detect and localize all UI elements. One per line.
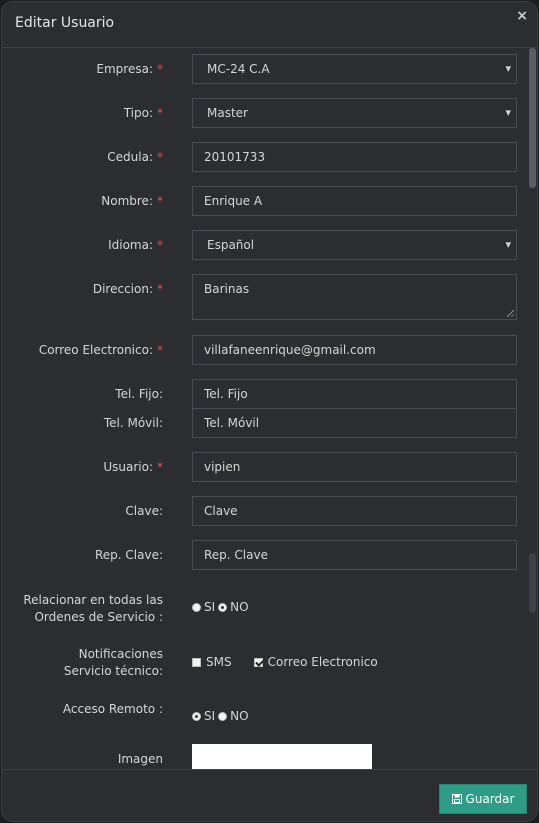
relacionar-no-label: NO — [230, 600, 249, 614]
relacionar-si-radio[interactable] — [192, 602, 201, 612]
sms-checkbox[interactable] — [192, 657, 201, 667]
clave-label: Clave: — [125, 504, 163, 518]
tipo-select[interactable]: Master — [192, 98, 517, 128]
modal-body: Empresa:* MC-24 C.A Tipo:* Master Cedula… — [2, 48, 537, 769]
direccion-label: Direccion: * — [92, 282, 163, 296]
clave-input[interactable]: Clave — [192, 496, 517, 526]
tel-movil-input[interactable]: Tel. Móvil — [192, 408, 517, 438]
floppy-disk-icon — [451, 794, 462, 804]
relacionar-radio-group: SI NO — [192, 600, 252, 614]
image-upload-preview[interactable] — [192, 744, 372, 769]
edit-user-modal: Editar Usuario × Empresa:* MC-24 C.A Tip… — [1, 1, 538, 822]
notificaciones-checkbox-group: SMS Correo Electronico — [192, 655, 381, 669]
direccion-textarea[interactable]: Barinas — [192, 274, 517, 320]
modal-header: Editar Usuario × — [2, 2, 537, 48]
scrollbar-thumb-secondary[interactable] — [529, 553, 536, 613]
correo-input[interactable]: villafaneenrique@gmail.com — [192, 335, 517, 365]
acceso-remoto-label: Acceso Remoto : — [62, 702, 163, 716]
acceso-no-label: NO — [230, 709, 249, 723]
save-button-label: Guardar — [465, 792, 515, 806]
rep-clave-input[interactable]: Rep. Clave — [192, 540, 517, 570]
imagen-label: Imagen — [117, 752, 163, 766]
save-button[interactable]: Guardar — [439, 784, 527, 814]
nombre-input[interactable]: Enrique A — [192, 186, 517, 216]
close-icon[interactable]: × — [516, 8, 528, 24]
acceso-remoto-radio-group: SI NO — [192, 709, 252, 723]
tipo-label: Tipo: * — [123, 106, 163, 120]
correo-label: Correo Electronico: * — [38, 343, 163, 357]
cedula-input[interactable]: 20101733 — [192, 142, 517, 172]
empresa-select[interactable]: MC-24 C.A — [192, 54, 517, 84]
cedula-label: Cedula: * — [107, 150, 163, 164]
sms-label: SMS — [206, 655, 232, 669]
scrollbar-thumb[interactable] — [529, 48, 536, 188]
scrollbar[interactable] — [528, 48, 537, 769]
idioma-select[interactable]: Español — [192, 230, 517, 260]
modal-title: Editar Usuario — [15, 15, 115, 31]
relacionar-label: Relacionar en todas las Ordenes de Servi… — [23, 593, 163, 624]
modal-footer: Guardar — [2, 769, 537, 821]
relacionar-si-label: SI — [204, 600, 216, 614]
correo-checkbox[interactable] — [253, 657, 263, 667]
tel-fijo-label: Tel. Fijo: — [115, 387, 163, 401]
acceso-si-radio[interactable] — [192, 711, 201, 721]
tel-fijo-input[interactable]: Tel. Fijo — [192, 379, 517, 409]
correo-checkbox-label: Correo Electronico — [267, 655, 378, 669]
relacionar-no-radio[interactable] — [218, 602, 228, 612]
acceso-si-label: SI — [204, 709, 216, 723]
rep-clave-label: Rep. Clave: — [94, 548, 163, 562]
resize-handle-icon[interactable] — [507, 310, 514, 317]
empresa-label: Empresa: * — [96, 62, 163, 76]
nombre-label: Nombre: * — [101, 194, 163, 208]
usuario-input[interactable]: vipien — [192, 452, 517, 482]
usuario-label: Usuario: * — [103, 460, 163, 474]
idioma-label: Idioma: * — [108, 238, 163, 252]
tel-movil-label: Tel. Móvil: — [103, 416, 163, 430]
notificaciones-label: Notificaciones Servicio técnico: — [63, 647, 163, 678]
acceso-no-radio[interactable] — [218, 711, 228, 721]
